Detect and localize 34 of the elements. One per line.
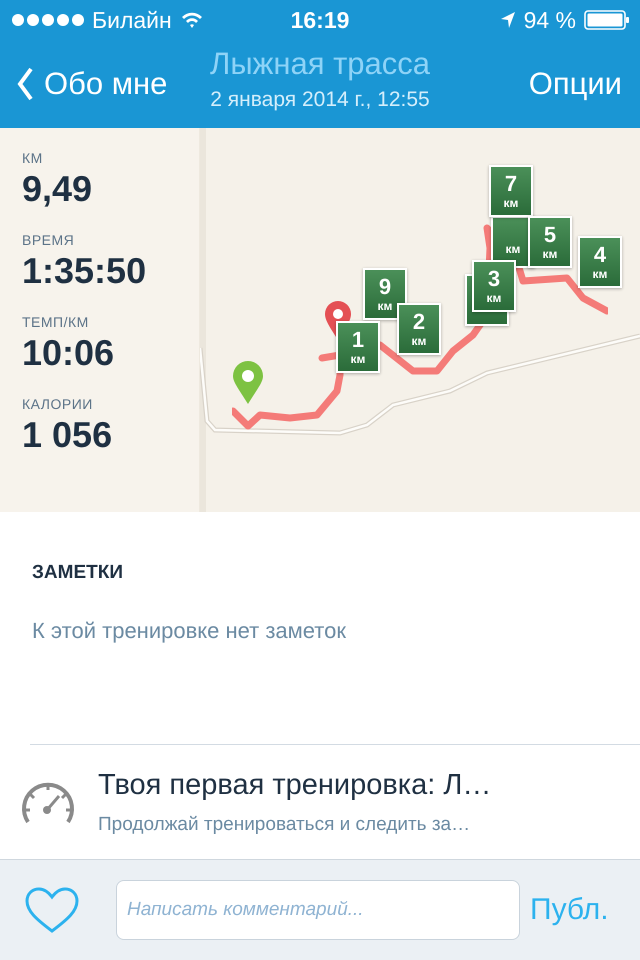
notes-text: К этой тренировке нет заметок xyxy=(32,618,347,644)
options-button[interactable]: Опции xyxy=(528,66,622,102)
stat-label: КАЛОРИИ xyxy=(22,396,94,412)
battery-percent: 94 % xyxy=(524,6,576,34)
achievement-title: Твоя первая тренировка: Л… xyxy=(98,768,492,802)
signal-icon xyxy=(12,14,84,26)
stat-value: 9,49 xyxy=(22,168,94,210)
stat-value: 1:35:50 xyxy=(22,250,148,292)
distance-marker: 1 км xyxy=(336,321,380,373)
distance-marker: 5 км xyxy=(528,216,572,268)
back-button[interactable]: Обо мне xyxy=(16,66,168,102)
post-button[interactable]: Публ. xyxy=(530,893,609,927)
distance-marker: 7 км xyxy=(489,165,533,217)
heart-icon[interactable] xyxy=(24,885,80,935)
distance-marker: 2 км xyxy=(397,303,441,355)
notes-heading: ЗАМЕТКИ xyxy=(32,562,124,584)
stat-label: ТЕМП/КМ xyxy=(22,314,90,330)
stat-label: ВРЕМЯ xyxy=(22,232,76,248)
workout-title: Лыжная трасса xyxy=(210,46,430,82)
wifi-icon xyxy=(180,11,204,29)
location-arrow-icon xyxy=(500,11,516,29)
distance-marker: 9 км xyxy=(363,268,407,320)
stat-label: КМ xyxy=(22,150,44,166)
stat-value: 10:06 xyxy=(22,332,116,374)
workout-date: 2 января 2014 г., 12:55 xyxy=(210,88,430,112)
distance-marker: 4 км xyxy=(578,236,622,288)
clock-time: 16:19 xyxy=(290,6,350,34)
battery-icon xyxy=(584,10,630,30)
comment-field[interactable]: Написать комментарий... xyxy=(116,880,520,940)
carrier-name: Билайн xyxy=(92,6,172,34)
back-chevron-icon xyxy=(16,66,34,102)
distance-marker: 3 км xyxy=(472,260,516,312)
achievement-subtitle: Продолжай тренироваться и следить за… xyxy=(98,814,472,836)
stat-value: 1 056 xyxy=(22,414,114,456)
